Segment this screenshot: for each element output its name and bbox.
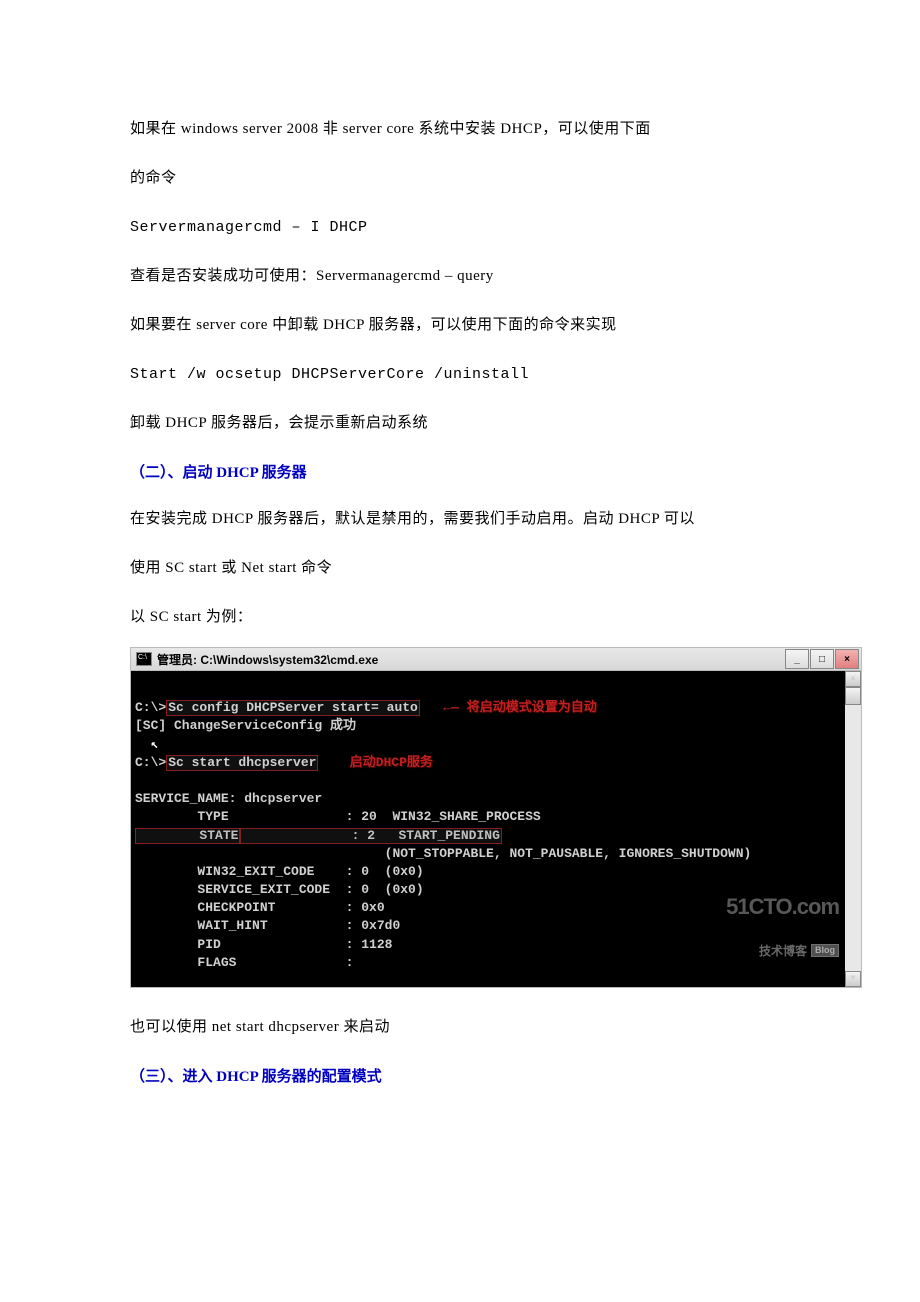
term-line: FLAGS : <box>135 955 353 970</box>
cmd-window: 管理员: C:\Windows\system32\cmd.exe _ □ × C… <box>130 647 862 988</box>
term-line: SERVICE_EXIT_CODE : 0 (0x0) <box>135 882 424 897</box>
term-line: STATE : 2 START_PENDING <box>135 828 502 843</box>
command-text: Servermanagercmd – I DHCP <box>130 208 825 247</box>
cmd-icon <box>136 652 152 666</box>
term-line: (NOT_STOPPABLE, NOT_PAUSABLE, IGNORES_SH… <box>135 846 751 861</box>
section-heading-2: （二）、启动 DHCP 服务器 <box>130 461 825 482</box>
watermark: 51CTO.com 技术博客Blog <box>726 870 839 983</box>
annotation: 启动DHCP服务 <box>350 755 433 770</box>
term-line: C:\>Sc config DHCPServer start= auto ←— … <box>135 700 597 715</box>
maximize-button[interactable]: □ <box>810 649 834 669</box>
term-line: CHECKPOINT : 0x0 <box>135 900 385 915</box>
term-line: C:\>Sc start dhcpserver 启动DHCP服务 <box>135 755 433 770</box>
command-text: Start /w ocsetup DHCPServerCore /uninsta… <box>130 355 825 394</box>
term-line: TYPE : 20 WIN32_SHARE_PROCESS <box>135 809 541 824</box>
term-line: WIN32_EXIT_CODE : 0 (0x0) <box>135 864 424 879</box>
scroll-up-button[interactable]: ▲ <box>845 671 861 687</box>
minimize-button[interactable]: _ <box>785 649 809 669</box>
window-controls: _ □ × <box>785 649 861 669</box>
term-line: SERVICE_NAME: dhcpserver <box>135 791 322 806</box>
paragraph: 如果在 windows server 2008 非 server core 系统… <box>130 110 825 149</box>
window-titlebar[interactable]: 管理员: C:\Windows\system32\cmd.exe _ □ × <box>131 648 861 671</box>
vertical-scrollbar[interactable]: ▲ ▼ <box>845 671 861 987</box>
paragraph: 如果要在 server core 中卸载 DHCP 服务器，可以使用下面的命令来… <box>130 306 825 345</box>
annotation: 将启动模式设置为自动 <box>467 700 597 715</box>
terminal-output[interactable]: C:\>Sc config DHCPServer start= auto ←— … <box>131 671 861 987</box>
paragraph: 使用 SC start 或 Net start 命令 <box>130 549 825 588</box>
term-line: WAIT_HINT : 0x7d0 <box>135 918 400 933</box>
paragraph: 的命令 <box>130 159 825 198</box>
paragraph: 卸载 DHCP 服务器后，会提示重新启动系统 <box>130 404 825 443</box>
term-line: PID : 1128 <box>135 937 392 952</box>
window-title: 管理员: C:\Windows\system32\cmd.exe <box>157 651 785 668</box>
paragraph: 在安装完成 DHCP 服务器后，默认是禁用的，需要我们手动启用。启动 DHCP … <box>130 500 825 539</box>
section-heading-3: （三）、进入 DHCP 服务器的配置模式 <box>130 1065 825 1086</box>
term-line: [SC] ChangeServiceConfig 成功 <box>135 718 356 733</box>
close-button[interactable]: × <box>835 649 859 669</box>
paragraph: 查看是否安装成功可使用：Servermanagercmd – query <box>130 257 825 296</box>
paragraph: 也可以使用 net start dhcpserver 来启动 <box>130 1008 825 1047</box>
scroll-thumb[interactable] <box>845 687 861 705</box>
scroll-down-button[interactable]: ▼ <box>845 971 861 987</box>
paragraph: 以 SC start 为例： <box>130 598 825 637</box>
document-page: 如果在 windows server 2008 非 server core 系统… <box>0 0 920 1184</box>
